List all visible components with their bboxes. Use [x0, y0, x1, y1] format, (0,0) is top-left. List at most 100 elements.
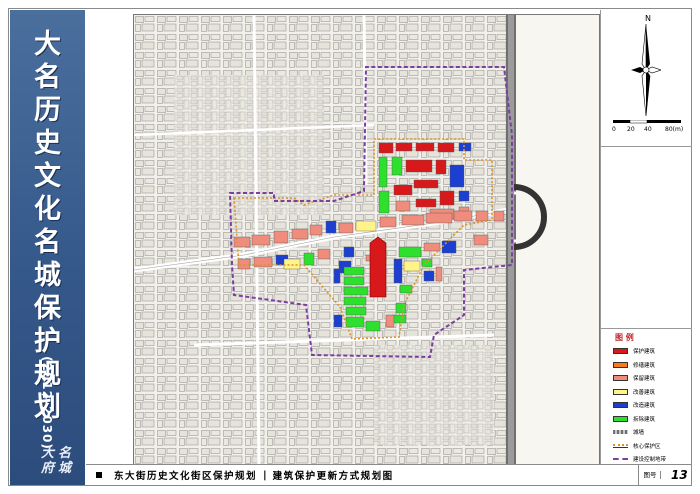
panel-divider [601, 146, 692, 147]
classified-building [493, 210, 505, 222]
classified-building [475, 210, 489, 222]
classified-building [303, 252, 315, 266]
legend-swatch [613, 375, 628, 381]
legend-item: 改造建筑 [613, 400, 655, 410]
seal-char: 名 [57, 446, 71, 461]
title-separator: | [263, 469, 267, 481]
classified-building [423, 270, 435, 282]
classified-building [325, 220, 337, 234]
scale-tick-40: 40 [644, 126, 652, 133]
legend-panel: N 0 20 40 80(m) 图 例 保护建筑 修缮建筑 保留建筑 改善建筑 改造建筑… [600, 10, 692, 464]
legend-swatch [613, 415, 628, 422]
classified-building [405, 159, 433, 173]
legend-swatch [613, 348, 628, 354]
classified-building [439, 190, 455, 206]
legend-item: 城墙 [613, 427, 644, 437]
legend-item: 改善建筑 [613, 387, 655, 397]
legend-swatch [613, 443, 628, 448]
map-canvas[interactable] [133, 14, 600, 465]
classified-building [385, 314, 395, 328]
legend-item: 保留建筑 [613, 373, 655, 383]
scale-tick-20: 20 [627, 126, 635, 133]
plan-years: (2012-2030) [40, 356, 54, 450]
footer-bar: 东大街历史文化街区保护规划 | 建筑保护更新方式规划图 图号 13 [86, 464, 691, 485]
classified-building [283, 258, 301, 270]
classified-building [473, 234, 489, 246]
seal-char: 府 [40, 461, 54, 476]
legend-label: 拆除建筑 [633, 416, 656, 423]
legend-label: 改造建筑 [633, 403, 656, 409]
classified-building [355, 220, 377, 232]
legend-label: 改善建筑 [633, 389, 656, 396]
district-plan-title: 东大街历史文化街区保护规划 [114, 471, 258, 482]
classified-building [317, 248, 331, 260]
panel-divider [601, 328, 692, 329]
legend-item: 拆除建筑 [613, 414, 655, 424]
figure-number-box: 图号 13 [638, 465, 691, 485]
classified-building [393, 184, 413, 196]
legend-item: 保护建筑 [613, 346, 655, 356]
classified-building [343, 276, 365, 286]
title-char: 史 [34, 128, 61, 159]
seal-char: 大 [40, 446, 54, 461]
map-drawing [134, 15, 599, 464]
classified-building [395, 200, 411, 212]
classified-building [291, 228, 309, 240]
legend-label: 保护建筑 [633, 349, 656, 355]
protected-temple [369, 236, 387, 298]
classified-building [333, 314, 343, 328]
title-char: 大 [34, 29, 61, 60]
classified-building [251, 234, 271, 246]
classified-building [453, 210, 473, 222]
classified-building [395, 302, 407, 314]
legend-item: 核心保护区 [613, 441, 661, 451]
figure-number: 13 [671, 468, 688, 482]
classified-building [435, 266, 443, 282]
building-fabric-dense [174, 75, 324, 215]
classified-building [423, 242, 441, 252]
classified-building [379, 216, 397, 228]
classified-building [401, 214, 425, 226]
classified-building [333, 268, 341, 284]
building-fabric-south [374, 345, 494, 445]
legend-label: 城墙 [633, 430, 645, 436]
classified-building [458, 190, 470, 202]
title-char: 文 [34, 161, 61, 192]
legend-swatch [613, 361, 628, 368]
classified-building [449, 164, 465, 188]
classified-building [415, 198, 437, 208]
classified-building [378, 190, 390, 214]
classified-building [309, 224, 323, 236]
legend-swatch [613, 430, 628, 434]
title-char: 化 [34, 194, 61, 225]
bullet-square-icon [96, 472, 102, 478]
classified-building [425, 212, 453, 224]
title-panel: 大名历史文化名城保护规划 (2012-2030) 大名府城 [10, 10, 85, 485]
classified-building [458, 142, 472, 152]
classified-building [365, 320, 381, 332]
legend-label: 建设控制地带 [633, 457, 667, 463]
drawing-title: 建筑保护更新方式规划图 [272, 471, 394, 482]
classified-building [345, 306, 367, 316]
classified-building [437, 142, 455, 153]
legend-label: 保留建筑 [633, 376, 656, 382]
title-char: 名 [34, 227, 61, 258]
classified-building [441, 240, 457, 254]
title-char: 城 [34, 260, 61, 291]
title-char: 名 [34, 62, 61, 93]
legend-label: 核心保护区 [633, 443, 661, 450]
north-label: N [645, 14, 651, 23]
legend-label: 修缮建筑 [633, 362, 656, 369]
classified-building [398, 246, 422, 258]
classified-building [237, 258, 251, 270]
classified-building [435, 159, 447, 175]
title-char: 历 [34, 95, 61, 126]
classified-building [273, 230, 289, 244]
classified-building [343, 286, 369, 296]
scale-tick-0: 0 [612, 126, 616, 133]
north-arrow-icon [631, 24, 661, 116]
city-seal-logo: 大名府城 [38, 444, 74, 478]
classified-building [391, 156, 403, 176]
legend-swatch [613, 388, 628, 395]
legend-item: 修缮建筑 [613, 360, 655, 370]
